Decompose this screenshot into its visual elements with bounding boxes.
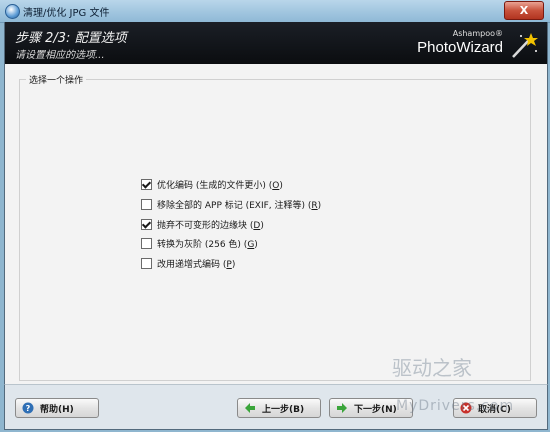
- back-button-label: 上一步(B): [262, 404, 305, 415]
- option-remove-app[interactable]: 移除全部的 APP 标记 (EXIF, 注释等) (R): [141, 197, 321, 211]
- step-subtitle: 请设置相应的选项...: [15, 50, 105, 61]
- checkbox-discard-edges[interactable]: [141, 218, 152, 230]
- arrow-right-icon: [337, 403, 347, 413]
- app-icon: [5, 4, 20, 19]
- brand-maker: Ashampoo®: [452, 29, 503, 38]
- arrow-left-icon: [245, 403, 255, 413]
- svg-text:?: ?: [26, 404, 31, 413]
- option-progressive[interactable]: 改用递增式编码 (P): [141, 256, 235, 270]
- option-optimize-label: 优化编码 (生成的文件更小) (O): [157, 180, 283, 191]
- help-button-label: 帮助(H): [40, 404, 74, 415]
- watermark-url: MyDrivers.com: [396, 398, 515, 414]
- close-button[interactable]: X: [504, 1, 544, 20]
- option-discard-edges[interactable]: 抛弃不可变形的边缘块 (D): [141, 217, 264, 231]
- header-banner: 步骤 2/3: 配置选项 请设置相应的选项... Ashampoo® Photo…: [4, 22, 548, 64]
- options-panel: 选择一个操作 优化编码 (生成的文件更小) (O) 移除全部的 APP 标记 (…: [4, 64, 548, 384]
- option-grayscale-label: 转换为灰阶 (256 色) (G): [157, 239, 258, 250]
- window-title: 清理/优化 JPG 文件: [23, 8, 110, 19]
- back-button[interactable]: 上一步(B): [237, 398, 321, 418]
- brand-name: PhotoWizard: [417, 39, 503, 56]
- option-grayscale[interactable]: 转换为灰阶 (256 色) (G): [141, 236, 258, 250]
- watermark-text: 驱动之家: [392, 356, 472, 380]
- magic-wand-icon: [512, 33, 538, 58]
- next-button-label: 下一步(N): [354, 404, 397, 415]
- checkbox-optimize[interactable]: [141, 178, 152, 190]
- checkbox-grayscale[interactable]: [141, 237, 152, 249]
- title-bar: 清理/优化 JPG 文件 X: [0, 0, 550, 23]
- option-optimize[interactable]: 优化编码 (生成的文件更小) (O): [141, 177, 283, 191]
- help-icon: ?: [22, 402, 34, 414]
- option-progressive-label: 改用递增式编码 (P): [157, 259, 236, 270]
- help-button[interactable]: ? 帮助(H): [15, 398, 99, 418]
- group-legend: 选择一个操作: [26, 73, 87, 86]
- option-discard-edges-label: 抛弃不可变形的边缘块 (D): [157, 220, 264, 231]
- action-group: 选择一个操作: [19, 73, 531, 381]
- checkbox-progressive[interactable]: [141, 257, 152, 269]
- step-title: 步骤 2/3: 配置选项: [15, 31, 127, 46]
- checkbox-remove-app[interactable]: [141, 198, 152, 210]
- option-remove-app-label: 移除全部的 APP 标记 (EXIF, 注释等) (R): [157, 200, 322, 211]
